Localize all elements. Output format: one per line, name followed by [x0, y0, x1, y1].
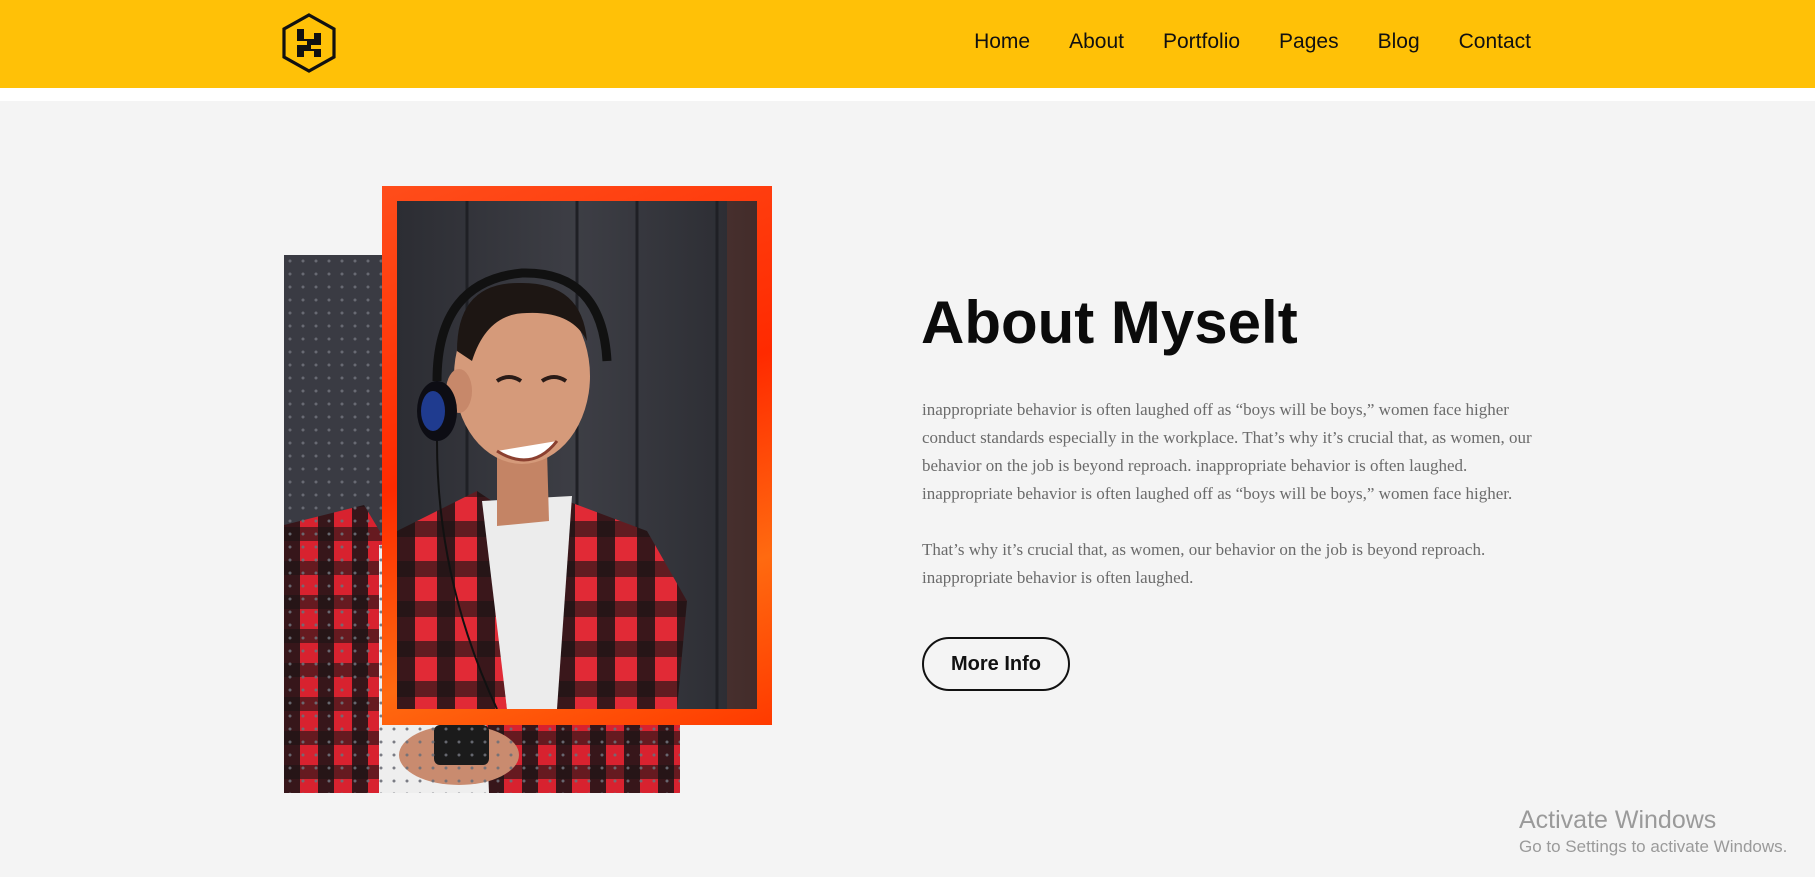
main-nav: Home About Portfolio Pages Blog Contact — [974, 29, 1531, 55]
header-divider — [0, 88, 1815, 101]
nav-contact[interactable]: Contact — [1459, 29, 1531, 55]
windows-activation-watermark: Activate Windows Go to Settings to activ… — [1519, 804, 1787, 858]
about-paragraph-1: inappropriate behavior is often laughed … — [922, 400, 1532, 503]
nav-blog[interactable]: Blog — [1378, 29, 1420, 55]
more-info-button[interactable]: More Info — [922, 637, 1070, 691]
about-paragraph-2: That’s why it’s crucial that, as women, … — [922, 540, 1486, 587]
nav-home[interactable]: Home — [974, 29, 1030, 55]
about-title: About Myselt — [921, 289, 1298, 356]
profile-photo — [397, 201, 757, 709]
header-bar: Home About Portfolio Pages Blog Contact — [0, 0, 1815, 88]
watermark-title: Activate Windows — [1519, 806, 1717, 834]
watermark-subtitle: Go to Settings to activate Windows. — [1519, 837, 1788, 856]
nav-portfolio[interactable]: Portfolio — [1163, 29, 1240, 55]
nav-pages[interactable]: Pages — [1279, 29, 1339, 55]
nav-about[interactable]: About — [1069, 29, 1124, 55]
hexagon-s-logo-icon[interactable] — [280, 12, 338, 74]
